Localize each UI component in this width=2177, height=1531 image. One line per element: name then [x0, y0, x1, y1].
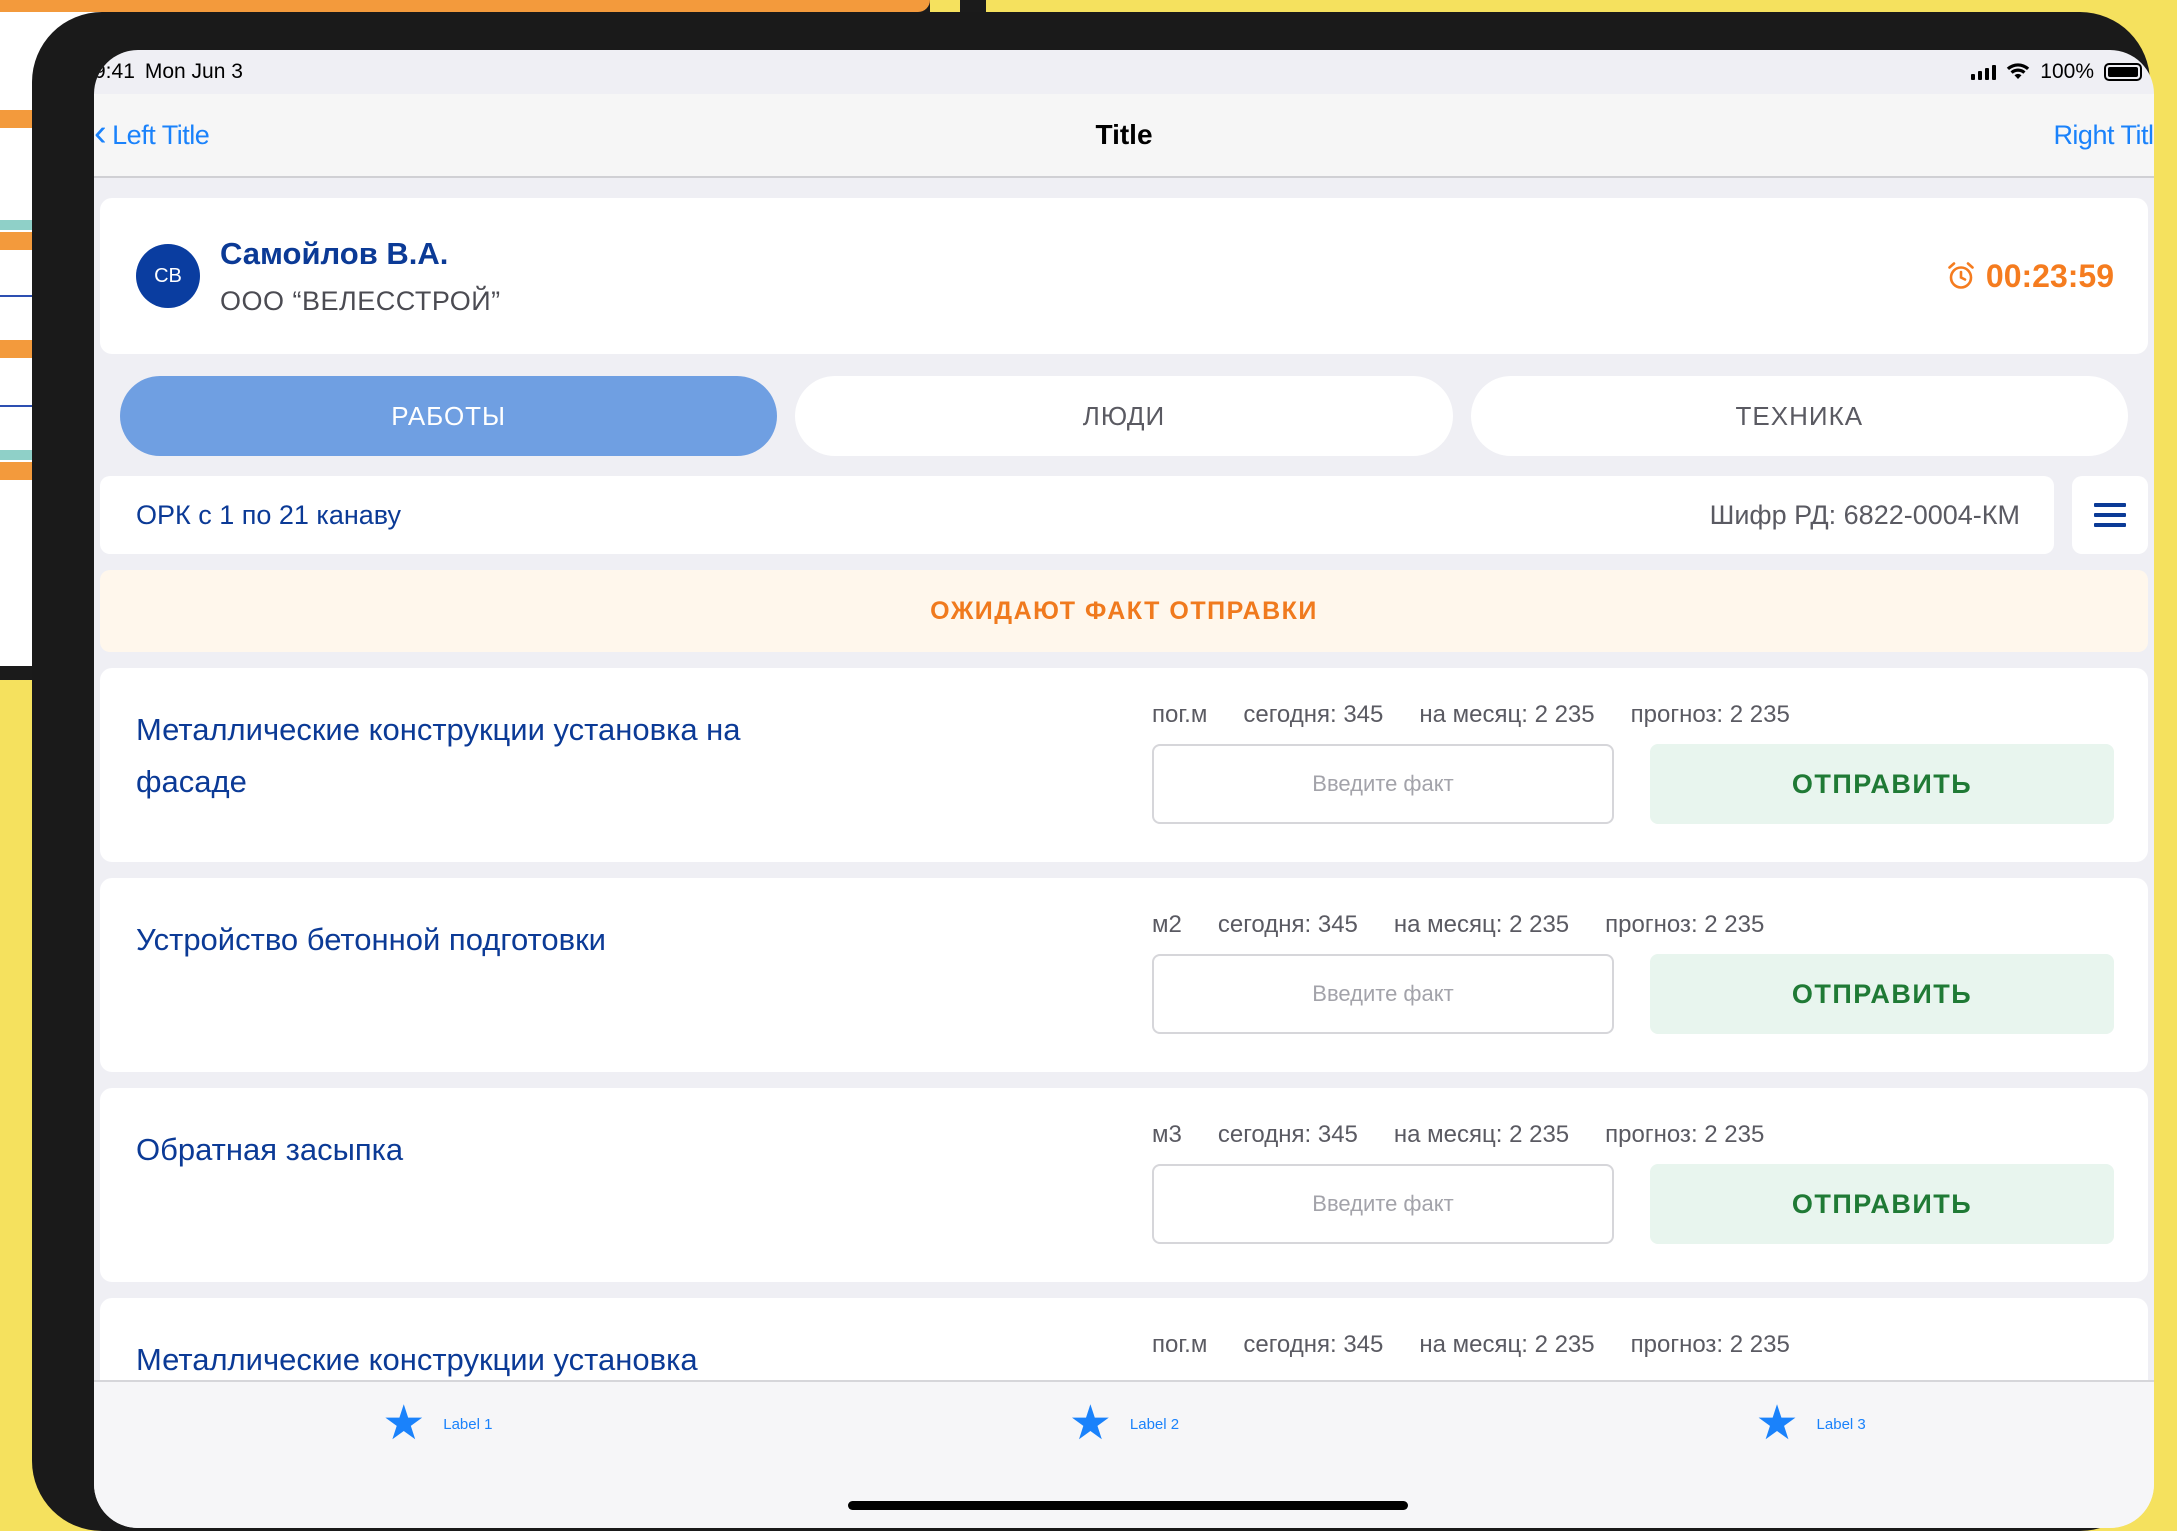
- tab-bar-label: Label 2: [1129, 1415, 1180, 1433]
- work-forecast: прогноз: 2 235: [1605, 911, 1765, 938]
- background-bar: [0, 0, 930, 12]
- document-code: Шифр РД: 6822-0004-КМ: [1709, 499, 2020, 530]
- user-name: Самойлов В.А.: [220, 235, 449, 271]
- tab-people[interactable]: ЛЮДИ: [795, 376, 1453, 456]
- work-today: сегодня: 345: [1243, 1331, 1384, 1358]
- cellular-signal-icon: [1971, 64, 1997, 80]
- tab-works[interactable]: РАБОТЫ: [120, 376, 778, 456]
- tab-bar-label: Label 1: [443, 1415, 493, 1433]
- work-month: на месяц: 2 235: [1419, 1331, 1595, 1358]
- work-today: сегодня: 345: [1243, 701, 1384, 728]
- navigation-bar: ‹ Left Title Title Right Title: [94, 94, 2154, 178]
- filter-row: ОРК с 1 по 21 канаву Шифр РД: 6822-0004-…: [100, 476, 2148, 554]
- work-title: Устройство бетонной подготовки: [136, 922, 606, 957]
- hamburger-icon: [2094, 500, 2126, 530]
- tab-bar-item-1[interactable]: ★ Label 1: [382, 1400, 492, 1448]
- tab-bar-item-2[interactable]: ★ Label 2: [1069, 1400, 1179, 1448]
- work-title: Обратная засыпка: [136, 1132, 404, 1167]
- home-indicator[interactable]: [848, 1501, 1408, 1510]
- star-icon: ★: [1755, 1397, 1799, 1450]
- battery-icon: [2104, 63, 2142, 81]
- work-forecast: прогноз: 2 235: [1630, 701, 1790, 728]
- work-forecast: прогноз: 2 235: [1605, 1121, 1765, 1148]
- nav-title: Title: [1095, 119, 1153, 150]
- segment-tabs: РАБОТЫ ЛЮДИ ТЕХНИКА: [100, 354, 2148, 458]
- tab-equipment[interactable]: ТЕХНИКА: [1470, 376, 2128, 456]
- fact-input[interactable]: [1152, 1164, 1614, 1244]
- work-month: на месяц: 2 235: [1393, 1121, 1570, 1148]
- work-item: Устройство бетонной подготовки м2 сегодн…: [100, 878, 2148, 1072]
- nav-right-button[interactable]: Right Title: [2053, 120, 2154, 151]
- work-unit: м3: [1152, 1121, 1182, 1148]
- work-title: Металлические конструкции установка: [136, 1342, 698, 1377]
- nav-left-title: Left Title: [112, 119, 210, 150]
- chevron-left-icon: ‹: [94, 111, 107, 154]
- app-screen: 9:41 Mon Jun 3 100% ‹ Left Title Title R…: [94, 50, 2154, 1528]
- menu-button[interactable]: [2072, 476, 2148, 554]
- back-button[interactable]: ‹ Left Title: [94, 111, 210, 157]
- fact-input[interactable]: [1152, 954, 1614, 1034]
- work-unit: пог.м: [1152, 1331, 1208, 1358]
- user-organization: ООО “ВЕЛЕССТРОЙ”: [220, 285, 501, 316]
- fact-input[interactable]: [1152, 744, 1614, 824]
- avatar: СВ: [136, 244, 200, 308]
- send-button[interactable]: ОТПРАВИТЬ: [1650, 1164, 2114, 1244]
- main-content: СВ Самойлов В.А. ООО “ВЕЛЕССТРОЙ” 00:23:…: [100, 198, 2148, 1492]
- work-month: на месяц: 2 235: [1419, 701, 1595, 728]
- tablet-device: 9:41 Mon Jun 3 100% ‹ Left Title Title R…: [32, 12, 2154, 1531]
- wifi-icon: [2007, 63, 2030, 79]
- work-unit: м2: [1152, 911, 1182, 938]
- star-icon: ★: [382, 1397, 426, 1450]
- shift-timer: 00:23:59: [1946, 258, 2114, 295]
- section-selector[interactable]: ОРК с 1 по 21 канаву Шифр РД: 6822-0004-…: [100, 476, 2054, 554]
- tab-bar-label: Label 3: [1816, 1415, 1866, 1433]
- tab-bar-item-3[interactable]: ★ Label 3: [1756, 1400, 1866, 1448]
- timer-value: 00:23:59: [1985, 257, 2114, 294]
- work-forecast: прогноз: 2 235: [1630, 1331, 1790, 1358]
- pending-banner: ОЖИДАЮТ ФАКТ ОТПРАВКИ: [100, 570, 2148, 652]
- status-bar: 9:41 Mon Jun 3 100%: [94, 50, 2154, 94]
- work-month: на месяц: 2 235: [1393, 911, 1570, 938]
- work-item: Металлические конструкции установка на ф…: [100, 668, 2148, 862]
- battery-percent: 100%: [2040, 60, 2094, 83]
- work-today: сегодня: 345: [1217, 911, 1358, 938]
- star-icon: ★: [1068, 1397, 1112, 1450]
- user-card: СВ Самойлов В.А. ООО “ВЕЛЕССТРОЙ” 00:23:…: [100, 198, 2148, 354]
- work-item: Обратная засыпка м3 сегодня: 345 на меся…: [100, 1088, 2148, 1282]
- work-title: Металлические конструкции установка на ф…: [136, 712, 741, 799]
- send-button[interactable]: ОТПРАВИТЬ: [1650, 744, 2114, 824]
- status-date: Mon Jun 3: [144, 60, 243, 83]
- section-name: ОРК с 1 по 21 канаву: [136, 499, 402, 530]
- alarm-clock-icon: [1948, 262, 1974, 289]
- send-button[interactable]: ОТПРАВИТЬ: [1650, 954, 2114, 1034]
- status-time: 9:41: [94, 60, 135, 83]
- work-today: сегодня: 345: [1217, 1121, 1358, 1148]
- work-unit: пог.м: [1152, 701, 1208, 728]
